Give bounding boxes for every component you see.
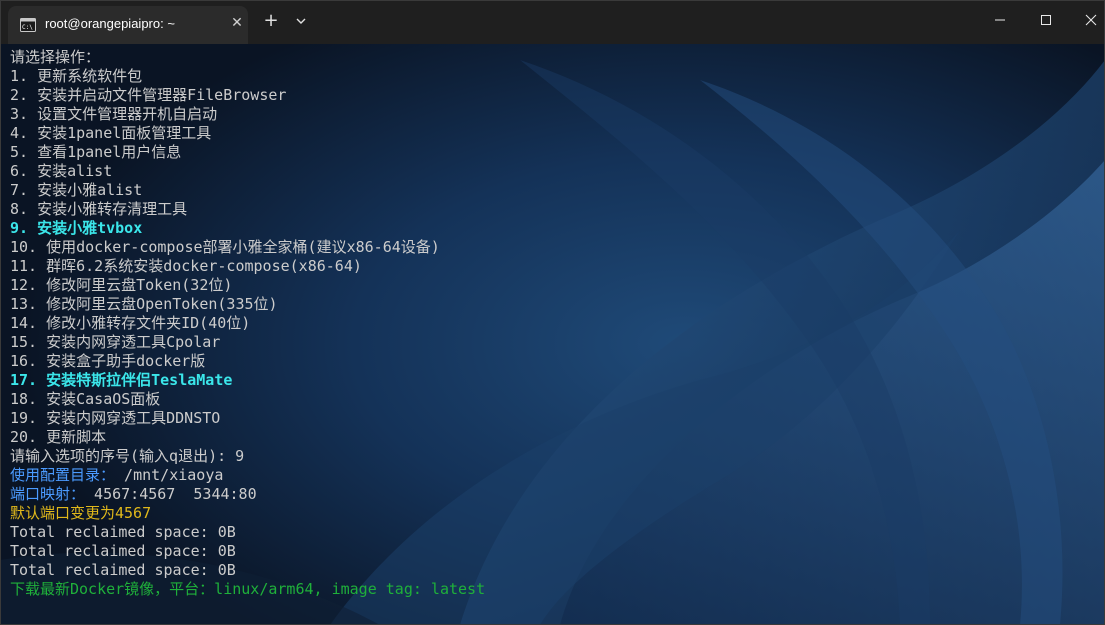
terminal-text: 8. 安装小雅转存清理工具 <box>10 200 188 218</box>
terminal-line: 14. 修改小雅转存文件夹ID(40位) <box>10 314 1100 333</box>
terminal-text: Total reclaimed space: 0B <box>10 561 236 579</box>
terminal-line: 18. 安装CasaOS面板 <box>10 390 1100 409</box>
terminal-line: 4. 安装1panel面板管理工具 <box>10 124 1100 143</box>
terminal-text: 5. 查看1panel用户信息 <box>10 143 182 161</box>
terminal-text: Total reclaimed space: 0B <box>10 542 236 560</box>
terminal-text: 1. 更新系统软件包 <box>10 67 143 85</box>
svg-text:C:\: C:\ <box>22 24 33 31</box>
terminal-text: 3. 设置文件管理器开机自启动 <box>10 105 218 123</box>
maximize-button[interactable] <box>1036 10 1056 30</box>
terminal-text: 4. 安装1panel面板管理工具 <box>10 124 212 142</box>
chevron-down-icon[interactable] <box>293 13 309 29</box>
terminal-line: 请输入选项的序号(输入q退出): 9 <box>10 447 1100 466</box>
terminal-line: Total reclaimed space: 0B <box>10 523 1100 542</box>
terminal-line: 19. 安装内网穿透工具DDNSTO <box>10 409 1100 428</box>
terminal-text: 默认端口变更为4567 <box>10 504 152 522</box>
terminal-text: 9. 安装小雅tvbox <box>10 219 143 237</box>
terminal-segment: /mnt/xiaoya <box>115 466 224 484</box>
terminal-text: 15. 安装内网穿透工具Cpolar <box>10 333 221 351</box>
terminal-line: 20. 更新脚本 <box>10 428 1100 447</box>
terminal-icon: C:\ <box>20 17 36 32</box>
tab-terminal[interactable]: C:\ root@orangepiaipro: ~ ✕ <box>8 6 248 44</box>
terminal-line: 15. 安装内网穿透工具Cpolar <box>10 333 1100 352</box>
terminal-line: 10. 使用docker-compose部署小雅全家桶(建议x86-64设备) <box>10 238 1100 257</box>
terminal-line: 16. 安装盒子助手docker版 <box>10 352 1100 371</box>
terminal-text: 18. 安装CasaOS面板 <box>10 390 161 408</box>
tab-title: root@orangepiaipro: ~ <box>45 16 175 31</box>
terminal-line: 1. 更新系统软件包 <box>10 67 1100 86</box>
terminal-text: 10. 使用docker-compose部署小雅全家桶(建议x86-64设备) <box>10 238 440 256</box>
terminal-output[interactable]: 请选择操作： 1. 更新系统软件包 2. 安装并启动文件管理器FileBrowser… <box>10 48 1100 599</box>
title-bar: C:\ root@orangepiaipro: ~ ✕ + <box>0 0 1105 44</box>
terminal-line: 17. 安装特斯拉伴侣TeslaMate <box>10 371 1100 390</box>
terminal-text: 16. 安装盒子助手docker版 <box>10 352 206 370</box>
terminal-text: 下载最新Docker镜像，平台：linux/arm64, image tag: … <box>10 580 486 598</box>
terminal-line: 12. 修改阿里云盘Token(32位) <box>10 276 1100 295</box>
terminal-line: 8. 安装小雅转存清理工具 <box>10 200 1100 219</box>
terminal-line: 6. 安装alist <box>10 162 1100 181</box>
terminal-line: 默认端口变更为4567 <box>10 504 1100 523</box>
terminal-line: 请选择操作： <box>10 48 1100 67</box>
terminal-text: 14. 修改小雅转存文件夹ID(40位) <box>10 314 251 332</box>
terminal-text: 7. 安装小雅alist <box>10 181 143 199</box>
terminal-text: 请输入选项的序号(输入q退出): 9 <box>10 447 245 465</box>
terminal-text: 请选择操作： <box>10 48 101 66</box>
terminal-text: Total reclaimed space: 0B <box>10 523 236 541</box>
close-tab-icon[interactable]: ✕ <box>230 16 244 30</box>
terminal-line: Total reclaimed space: 0B <box>10 542 1100 561</box>
terminal-line: 5. 查看1panel用户信息 <box>10 143 1100 162</box>
terminal-text: 20. 更新脚本 <box>10 428 107 446</box>
terminal-text: 2. 安装并启动文件管理器FileBrowser <box>10 86 287 104</box>
terminal-line: 下载最新Docker镜像，平台：linux/arm64, image tag: … <box>10 580 1100 599</box>
terminal-line: 3. 设置文件管理器开机自启动 <box>10 105 1100 124</box>
terminal-text: 17. 安装特斯拉伴侣TeslaMate <box>10 371 233 389</box>
close-window-button[interactable] <box>1081 10 1101 30</box>
new-tab-button[interactable]: + <box>262 12 280 30</box>
terminal-text: 11. 群晖6.2系统安装docker-compose(x86-64) <box>10 257 362 275</box>
terminal-line: Total reclaimed space: 0B <box>10 561 1100 580</box>
terminal-window: C:\ root@orangepiaipro: ~ ✕ + 请选择操作： 1. 更… <box>0 0 1105 625</box>
terminal-text: 19. 安装内网穿透工具DDNSTO <box>10 409 221 427</box>
terminal-segment: 使用配置目录： <box>10 466 116 484</box>
terminal-line: 端口映射： 4567:4567 5344:80 <box>10 485 1100 504</box>
terminal-line: 11. 群晖6.2系统安装docker-compose(x86-64) <box>10 257 1100 276</box>
terminal-line: 2. 安装并启动文件管理器FileBrowser <box>10 86 1100 105</box>
terminal-line: 7. 安装小雅alist <box>10 181 1100 200</box>
terminal-segment: 端口映射： <box>10 485 86 503</box>
terminal-line: 13. 修改阿里云盘OpenToken(335位) <box>10 295 1100 314</box>
terminal-text: 13. 修改阿里云盘OpenToken(335位) <box>10 295 278 313</box>
terminal-text: 12. 修改阿里云盘Token(32位) <box>10 276 233 294</box>
scrollbar[interactable] <box>1097 44 1103 622</box>
terminal-segment: 4567:4567 5344:80 <box>85 485 257 503</box>
minimize-button[interactable] <box>990 10 1010 30</box>
terminal-line: 9. 安装小雅tvbox <box>10 219 1100 238</box>
terminal-line: 使用配置目录： /mnt/xiaoya <box>10 466 1100 485</box>
terminal-text: 6. 安装alist <box>10 162 113 180</box>
